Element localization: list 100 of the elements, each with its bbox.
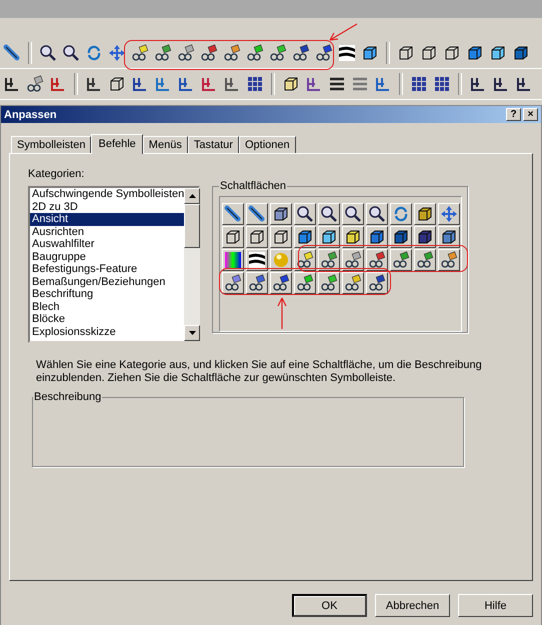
tab[interactable]: Symbolleisten xyxy=(11,136,92,153)
list-item[interactable]: Befestigungs-Feature xyxy=(30,263,184,276)
list-item[interactable]: Bemaßungen/Beziehungen xyxy=(30,276,184,288)
cube-icon xyxy=(489,44,507,62)
command-button[interactable] xyxy=(246,226,268,248)
tab[interactable]: Menüs xyxy=(142,136,188,153)
wireframe-icon xyxy=(397,44,415,62)
command-button[interactable] xyxy=(294,203,316,225)
command-button[interactable] xyxy=(366,272,388,294)
command-button[interactable] xyxy=(342,226,364,248)
command-button[interactable] xyxy=(414,226,436,248)
dialog-button[interactable]: OK xyxy=(292,594,367,617)
command-button[interactable] xyxy=(270,272,292,294)
list-item[interactable]: Explosionsskizze xyxy=(30,326,184,338)
glasses-icon xyxy=(292,44,310,62)
toolbar-button[interactable] xyxy=(130,43,150,63)
command-button[interactable] xyxy=(246,249,268,271)
list-item[interactable]: Aufschwingende Symbolleisten xyxy=(30,188,184,200)
toolbar-button[interactable] xyxy=(337,43,357,63)
list-item[interactable]: Blöcke xyxy=(30,313,184,326)
probe-icon xyxy=(3,44,21,62)
command-button[interactable] xyxy=(222,249,244,271)
command-button[interactable] xyxy=(222,203,244,225)
down-arrow-icon xyxy=(188,331,196,335)
command-button[interactable] xyxy=(342,272,364,294)
toolbar-button[interactable] xyxy=(2,43,22,63)
scroll-thumb[interactable] xyxy=(184,204,200,248)
command-button[interactable] xyxy=(390,249,412,271)
list-item[interactable]: Blech xyxy=(30,300,184,313)
title-bar-button[interactable]: ? xyxy=(506,108,521,121)
command-button[interactable] xyxy=(318,203,340,225)
cube-icon xyxy=(416,228,434,246)
grid-icon xyxy=(246,75,264,93)
gradient-icon xyxy=(224,251,242,269)
line-weight-icon xyxy=(328,75,346,93)
tab[interactable]: Optionen xyxy=(238,136,296,153)
command-button[interactable] xyxy=(414,249,436,271)
command-button[interactable] xyxy=(414,203,436,225)
list-item[interactable]: Auswahlfilter xyxy=(30,238,184,250)
command-button[interactable] xyxy=(366,203,388,225)
glasses-icon xyxy=(440,251,458,269)
command-button[interactable] xyxy=(270,226,292,248)
toolbar-button[interactable] xyxy=(176,43,196,63)
glasses-icon xyxy=(416,251,434,269)
toolbar-button[interactable] xyxy=(268,43,288,63)
list-item[interactable]: Beschriftung xyxy=(30,288,184,300)
move-icon xyxy=(440,205,458,223)
toolbar-button[interactable] xyxy=(245,43,265,63)
command-button[interactable] xyxy=(294,226,316,248)
command-button[interactable] xyxy=(390,203,412,225)
command-button[interactable] xyxy=(366,226,388,248)
scroll-down-button[interactable] xyxy=(184,325,200,341)
command-button[interactable] xyxy=(246,272,268,294)
glasses-icon xyxy=(320,251,338,269)
command-button[interactable] xyxy=(366,249,388,271)
dialog-button[interactable]: Hilfe xyxy=(458,594,533,617)
command-button[interactable] xyxy=(390,226,412,248)
command-button[interactable] xyxy=(222,272,244,294)
glasses-icon xyxy=(344,251,362,269)
tab[interactable]: Tastatur xyxy=(188,136,239,153)
glasses-icon xyxy=(223,44,241,62)
command-button[interactable] xyxy=(342,203,364,225)
command-button[interactable] xyxy=(246,203,268,225)
list-item[interactable]: Ausrichten xyxy=(30,226,184,238)
command-button[interactable] xyxy=(438,249,460,271)
list-item[interactable]: Baugruppe xyxy=(30,250,184,263)
command-button[interactable] xyxy=(270,249,292,271)
toolbar-button[interactable] xyxy=(25,74,45,94)
command-button[interactable] xyxy=(294,249,316,271)
cube-icon xyxy=(344,228,362,246)
command-button[interactable] xyxy=(270,203,292,225)
tab[interactable]: Befehle xyxy=(91,134,143,154)
toolbar-button[interactable] xyxy=(245,74,265,94)
command-button[interactable] xyxy=(222,226,244,248)
title-bar-button[interactable]: × xyxy=(523,108,538,121)
command-button[interactable] xyxy=(294,272,316,294)
toolbar-button[interactable] xyxy=(291,43,311,63)
command-button[interactable] xyxy=(318,272,340,294)
list-item[interactable]: 2D zu 3D xyxy=(30,200,184,213)
glasses-icon xyxy=(269,44,287,62)
command-button[interactable] xyxy=(438,226,460,248)
scroll-up-button[interactable] xyxy=(184,188,200,204)
glasses-icon xyxy=(224,274,242,292)
toolbar-button[interactable] xyxy=(222,43,242,63)
zoom-icon xyxy=(344,205,362,223)
glasses-icon xyxy=(200,44,218,62)
command-button[interactable] xyxy=(342,249,364,271)
list-item[interactable]: Ansicht xyxy=(30,213,184,226)
toolbar-button[interactable] xyxy=(314,43,334,63)
cube-icon xyxy=(466,44,484,62)
toolbar-button[interactable] xyxy=(61,43,81,63)
cube-icon xyxy=(512,44,530,62)
command-button[interactable] xyxy=(318,249,340,271)
command-button[interactable] xyxy=(318,226,340,248)
glasses-icon xyxy=(368,251,386,269)
dialog-button[interactable]: Abbrechen xyxy=(375,594,450,617)
toolbar-button[interactable] xyxy=(199,43,219,63)
toolbar-button[interactable] xyxy=(153,43,173,63)
toolbar-button[interactable] xyxy=(38,43,58,63)
command-button[interactable] xyxy=(438,203,460,225)
